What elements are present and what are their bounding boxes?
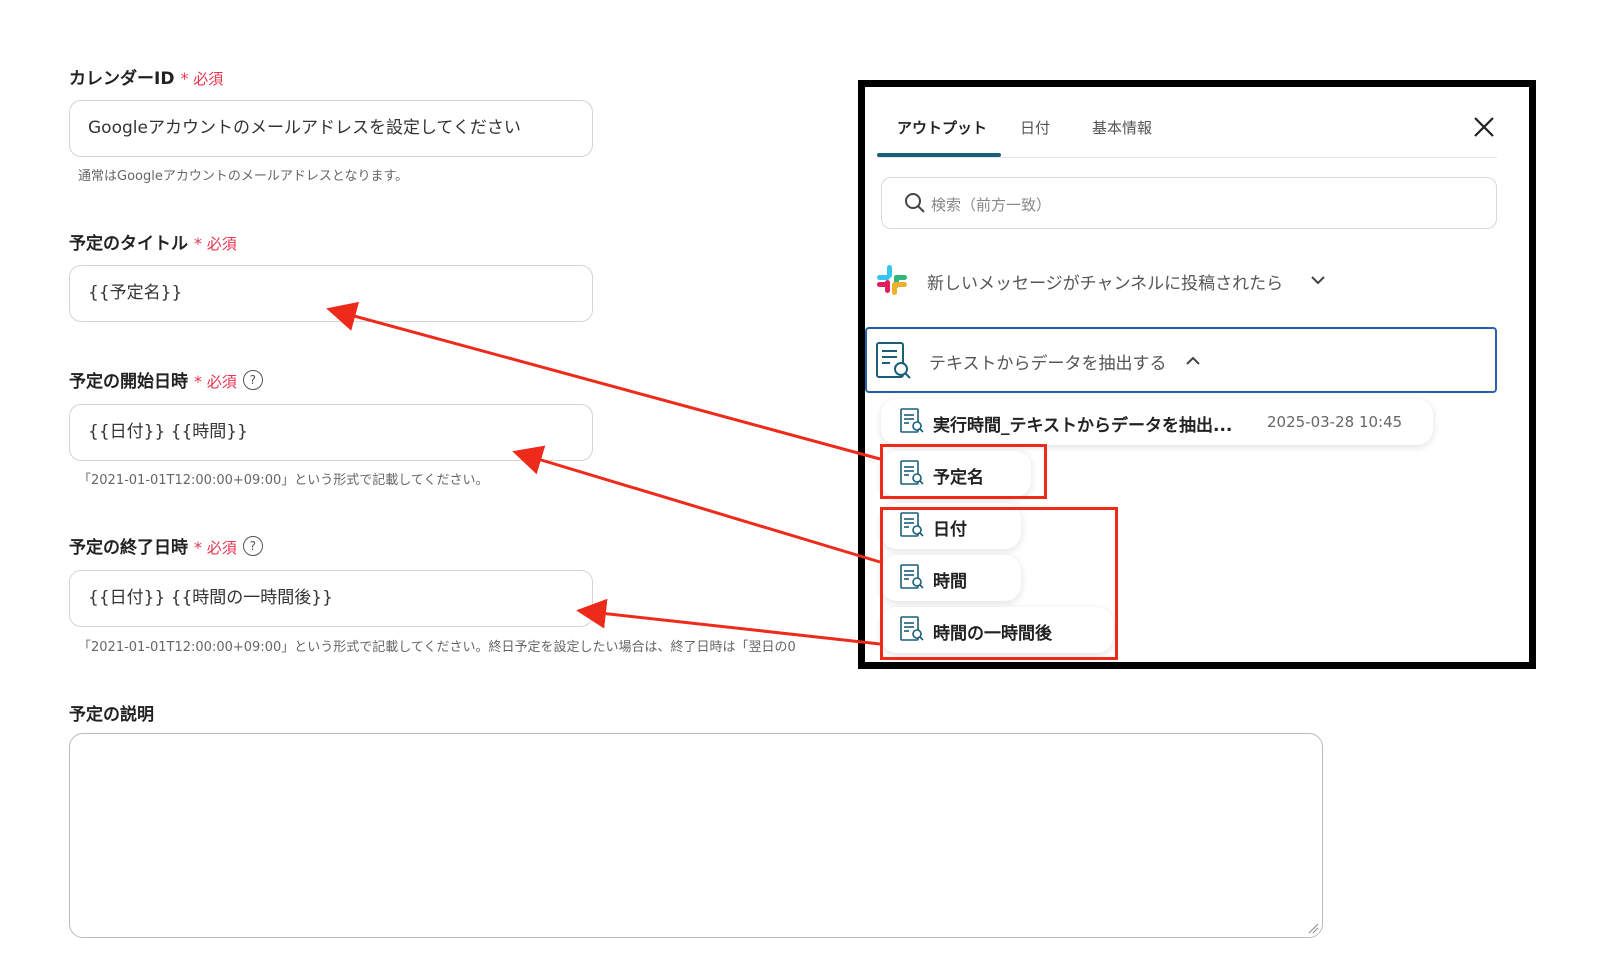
arrow-date-time <box>512 445 881 564</box>
search-icon <box>905 193 925 213</box>
required-badge: * 必須 <box>194 372 237 391</box>
event-end-label: 予定の終了日時 * 必須? <box>69 533 263 558</box>
event-description-label: 予定の説明 <box>69 705 154 725</box>
item-label: 実行時間_テキストからデータを抽出... <box>933 416 1233 436</box>
chevron-down-icon[interactable] <box>1310 274 1326 286</box>
output-item-execution-time[interactable]: 実行時間_テキストからデータを抽出... 2025-03-28 10:45 <box>881 399 1433 445</box>
help-icon[interactable]: ? <box>242 370 263 390</box>
group-extract-text[interactable]: テキストからデータを抽出する <box>865 327 1497 393</box>
annotation-box-datetime <box>880 507 1118 660</box>
calendar-id-input[interactable]: Googleアカウントのメールアドレスを設定してください <box>69 100 593 157</box>
search-placeholder: 検索（前方一致） <box>931 196 1052 214</box>
help-icon[interactable]: ? <box>242 536 263 556</box>
required-badge: * 必須 <box>194 538 237 557</box>
event-description-textarea[interactable] <box>69 733 1323 938</box>
document-search-icon <box>900 408 924 433</box>
required-badge: * 必須 <box>194 234 237 253</box>
tab-output[interactable]: アウトプット <box>897 117 987 138</box>
group-label: 新しいメッセージがチャンネルに投稿されたら <box>927 274 1284 294</box>
active-tab-indicator <box>877 153 1001 157</box>
panel-tabs: アウトプット 日付 基本情報 <box>877 87 1497 158</box>
search-input[interactable]: 検索（前方一致） <box>881 177 1497 229</box>
tab-date[interactable]: 日付 <box>1020 117 1050 138</box>
document-search-icon <box>876 342 911 379</box>
calendar-id-label: カレンダーID * 必須 <box>69 69 224 89</box>
event-end-input[interactable]: {{日付}} {{時間の一時間後}} <box>69 570 593 627</box>
required-badge: * 必須 <box>180 69 224 88</box>
event-end-hint: 「2021-01-01T12:00:00+09:00」という形式で記載してくださ… <box>78 640 796 655</box>
resize-grip-icon[interactable] <box>1307 922 1319 934</box>
annotation-box-event-name <box>880 444 1047 499</box>
close-icon[interactable] <box>1471 114 1497 140</box>
event-title-input[interactable]: {{予定名}} <box>69 265 593 322</box>
item-value: 2025-03-28 10:45 <box>1267 413 1403 431</box>
slack-icon <box>877 265 907 295</box>
tab-basic-info[interactable]: 基本情報 <box>1092 117 1152 138</box>
event-start-hint: 「2021-01-01T12:00:00+09:00」という形式で記載してくださ… <box>78 473 489 488</box>
event-start-input[interactable]: {{日付}} {{時間}} <box>69 404 593 461</box>
calendar-id-hint: 通常はGoogleアカウントのメールアドレスとなります。 <box>78 169 409 184</box>
group-label: テキストからデータを抽出する <box>929 354 1167 374</box>
group-slack-trigger[interactable]: 新しいメッセージがチャンネルに投稿されたら <box>865 255 1495 305</box>
chevron-up-icon[interactable] <box>1185 355 1201 367</box>
event-start-label: 予定の開始日時 * 必須? <box>69 367 263 392</box>
event-title-label: 予定のタイトル * 必須 <box>69 234 237 254</box>
